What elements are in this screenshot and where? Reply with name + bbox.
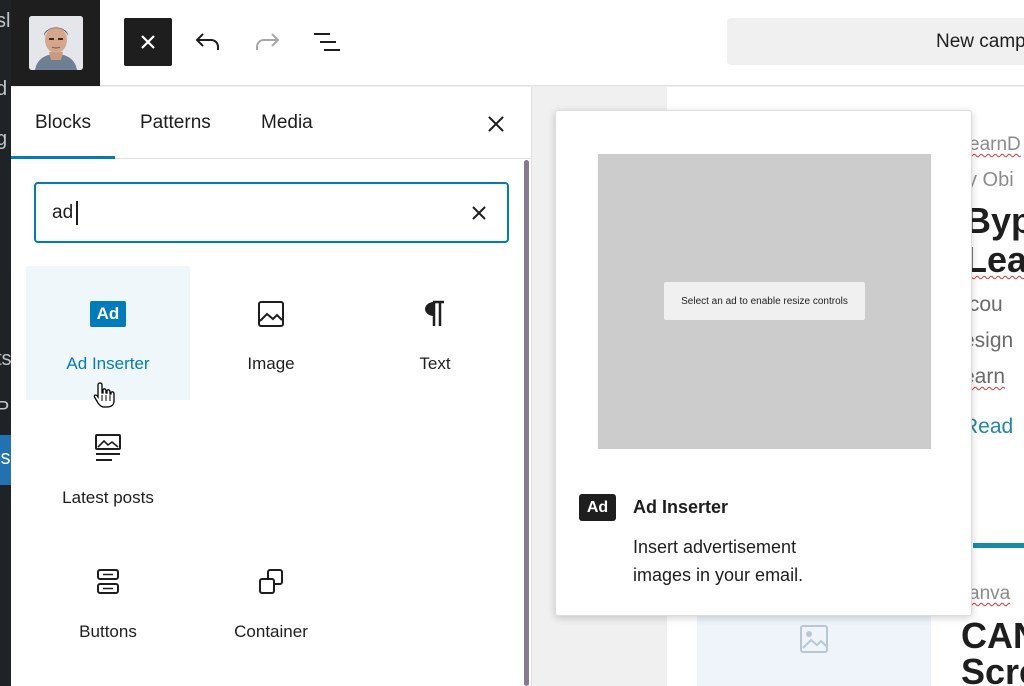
block-label: Container xyxy=(234,622,308,641)
block-label: Image xyxy=(247,354,295,373)
close-icon xyxy=(141,35,155,49)
document-overview-button[interactable] xyxy=(303,18,351,66)
list-view-icon xyxy=(314,33,340,51)
admin-menu-item[interactable]: g xyxy=(0,128,7,151)
tab-blocks[interactable]: Blocks xyxy=(11,87,115,159)
redo-button[interactable] xyxy=(243,18,291,66)
admin-menu-item[interactable]: d xyxy=(0,78,7,101)
block-image[interactable]: Image xyxy=(189,266,353,400)
post-title-line: Byp xyxy=(965,200,1024,241)
tab-patterns[interactable]: Patterns xyxy=(140,87,211,159)
text-caret xyxy=(76,201,78,225)
inserter-tabs: Blocks Patterns Media xyxy=(11,87,531,159)
avatar-image xyxy=(28,16,83,70)
block-inserter-panel: Blocks Patterns Media Ad Ad Inserter xyxy=(11,87,532,686)
undo-icon xyxy=(195,33,219,50)
inserter-scroll-area[interactable]: Ad Ad Inserter Image Text xyxy=(11,160,531,686)
block-buttons[interactable]: Buttons xyxy=(26,534,190,668)
block-text[interactable]: Text xyxy=(353,266,517,400)
block-search[interactable] xyxy=(34,182,509,243)
clear-search-button[interactable] xyxy=(466,200,492,226)
block-label: Latest posts xyxy=(62,488,154,507)
preview-title: Ad Inserter xyxy=(633,497,729,517)
block-label: Buttons xyxy=(79,622,137,641)
admin-menu-item[interactable]: P xyxy=(0,398,9,421)
tab-media[interactable]: Media xyxy=(261,87,313,159)
block-label: Ad Inserter xyxy=(66,354,150,373)
container-icon xyxy=(251,566,291,598)
latest-posts-icon xyxy=(88,432,128,464)
undo-button[interactable] xyxy=(184,18,232,66)
ad-icon: Ad xyxy=(579,494,616,521)
scrollbar[interactable] xyxy=(524,160,529,686)
site-logo-button[interactable] xyxy=(11,0,100,86)
close-icon xyxy=(472,206,486,220)
post-source-text: earnD xyxy=(969,134,1021,155)
latest-posts-icon-glyph xyxy=(95,434,121,461)
block-container[interactable]: Container xyxy=(189,534,353,668)
ad-icon-badge: Ad xyxy=(90,301,126,327)
hand-pointer-cursor-icon xyxy=(93,382,115,408)
pilcrow-icon xyxy=(415,298,455,330)
post-author-text: y Obi xyxy=(967,169,1014,191)
redo-icon xyxy=(256,33,280,50)
avatar xyxy=(28,16,83,70)
block-preview-popover: Select an ad to enable resize controls A… xyxy=(555,110,972,616)
post-title-line: Lea xyxy=(965,239,1024,280)
admin-menu-item[interactable]: ts xyxy=(0,348,11,371)
block-label: Text xyxy=(419,354,451,373)
post-title-line: Scre xyxy=(961,651,1024,686)
block-ad-inserter[interactable]: Ad Ad Inserter xyxy=(26,266,190,400)
image-icon xyxy=(251,298,291,330)
admin-menu-item: ls xyxy=(0,447,11,469)
admin-menu-item[interactable]: sl xyxy=(0,10,10,33)
pilcrow-icon-glyph xyxy=(425,300,444,326)
buttons-icon-glyph xyxy=(97,569,119,594)
campaign-title-button[interactable]: New camp xyxy=(727,18,1024,65)
admin-menu-strip: sl d g ts P ls xyxy=(0,0,11,686)
search-input[interactable] xyxy=(52,198,432,228)
post-source-text: anva xyxy=(969,583,1011,604)
image-placeholder-icon xyxy=(800,625,828,653)
campaign-title-text: New camp xyxy=(936,31,1024,52)
ad-icon: Ad xyxy=(88,298,128,330)
close-inserter-button[interactable] xyxy=(124,18,172,66)
container-icon-glyph xyxy=(259,569,283,594)
close-icon xyxy=(488,116,504,132)
preview-description: Insert advertisement images in your emai… xyxy=(633,537,804,585)
separator-line xyxy=(973,543,1024,548)
buttons-icon xyxy=(88,566,128,598)
admin-menu-active-item[interactable]: ls xyxy=(0,435,11,485)
close-panel-button[interactable] xyxy=(481,109,511,139)
image-icon-glyph xyxy=(258,301,284,327)
resize-hint: Select an ad to enable resize controls xyxy=(664,282,865,320)
ad-preview-image: Select an ad to enable resize controls xyxy=(598,154,931,449)
block-latest-posts[interactable]: Latest posts xyxy=(26,400,190,534)
